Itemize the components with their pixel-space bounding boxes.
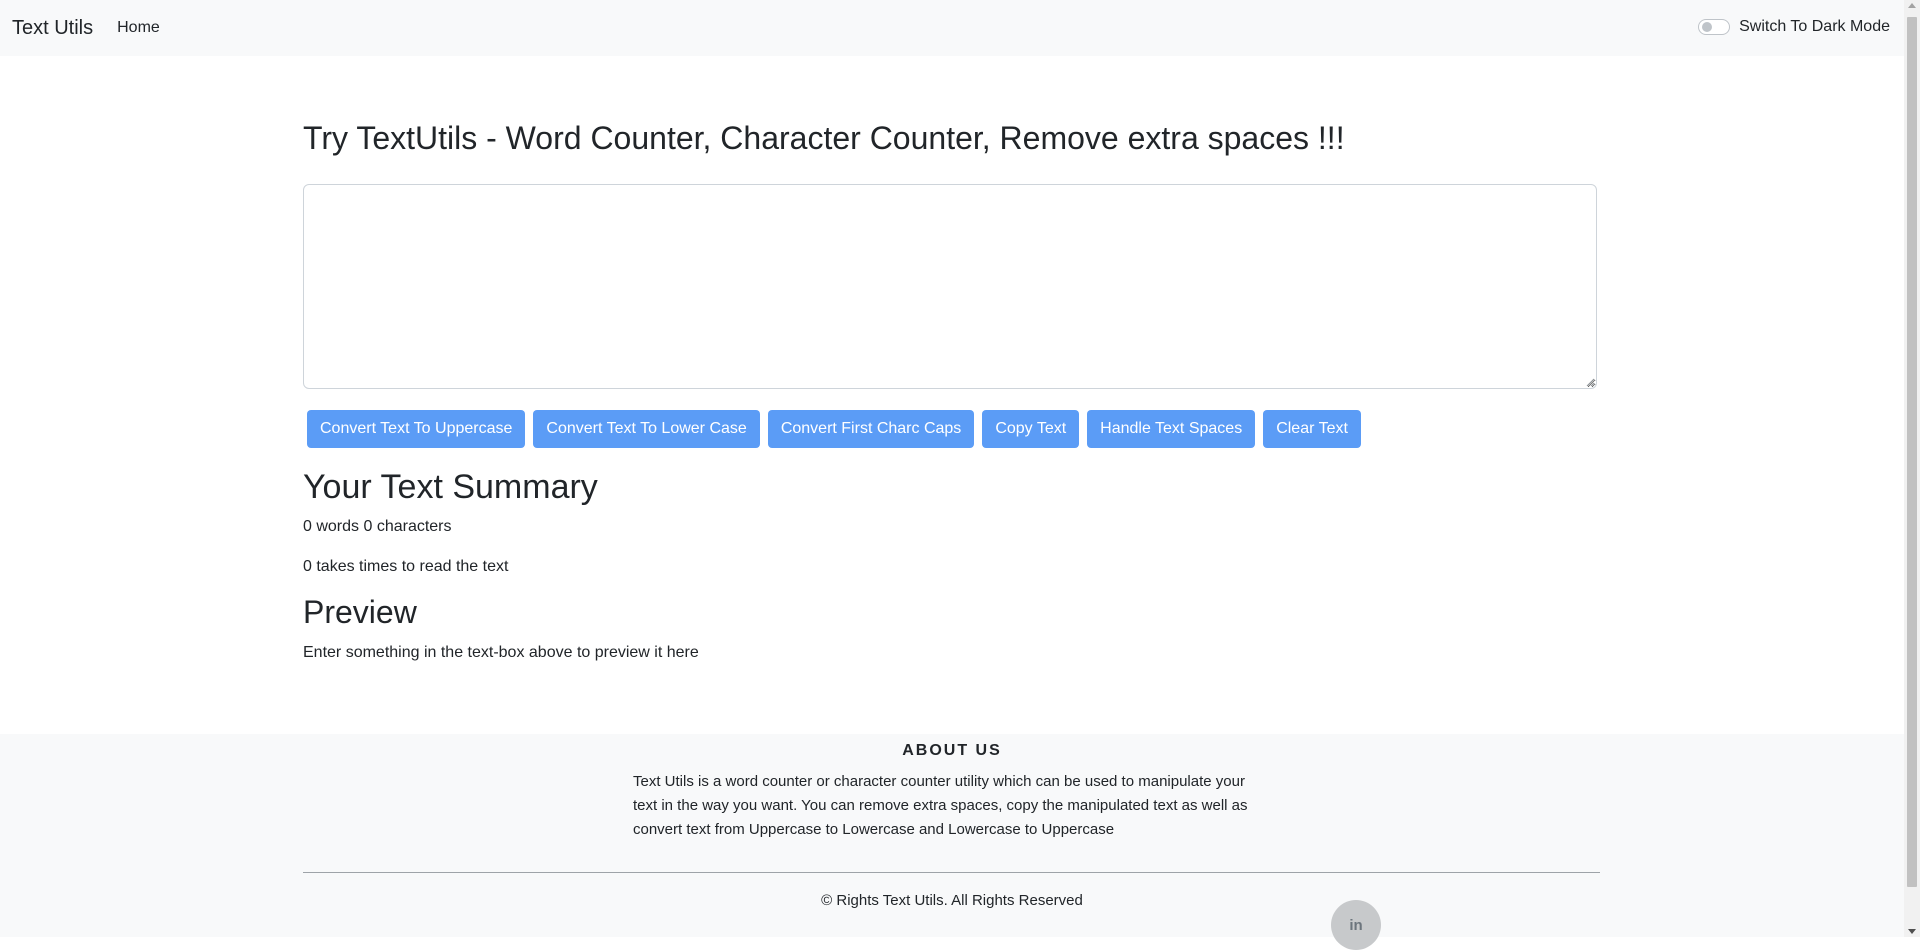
first-char-caps-button[interactable]: Convert First Charc Caps (767, 410, 975, 448)
copyright-text: © Rights Text Utils. All Rights Reserved (821, 892, 1083, 909)
footer-divider (303, 872, 1600, 873)
text-input[interactable] (303, 184, 1597, 389)
uppercase-button[interactable]: Convert Text To Uppercase (307, 410, 526, 448)
preview-title: Preview (303, 594, 417, 630)
dark-mode-toggle[interactable]: Switch To Dark Mode (1698, 18, 1890, 36)
copy-text-button[interactable]: Copy Text (982, 410, 1080, 448)
word-char-count: 0 words 0 characters (303, 518, 452, 535)
brand-link[interactable]: Text Utils (12, 17, 93, 40)
footer: ABOUT US Text Utils is a word counter or… (0, 734, 1904, 950)
resize-grip-icon[interactable] (1585, 377, 1595, 387)
scroll-thumb[interactable] (1907, 17, 1917, 887)
page-scrollbar[interactable] (1904, 0, 1920, 937)
dark-mode-label: Switch To Dark Mode (1739, 18, 1890, 35)
action-buttons: Convert Text To Uppercase Convert Text T… (307, 410, 1361, 448)
scroll-up-arrow-icon[interactable] (1908, 3, 1916, 8)
about-title: ABOUT US (902, 742, 1002, 759)
about-text: Text Utils is a word counter or characte… (633, 773, 1248, 838)
page-title: Try TextUtils - Word Counter, Character … (303, 120, 1345, 156)
navbar: Text Utils Home Switch To Dark Mode (0, 0, 1904, 56)
lowercase-button[interactable]: Convert Text To Lower Case (533, 410, 760, 448)
switch-knob (1702, 22, 1713, 32)
handle-spaces-button[interactable]: Handle Text Spaces (1087, 410, 1256, 448)
scroll-down-arrow-icon[interactable] (1908, 929, 1916, 934)
dark-mode-switch[interactable] (1698, 19, 1731, 35)
read-time: 0 takes times to read the text (303, 558, 509, 575)
preview-text: Enter something in the text-box above to… (303, 644, 699, 661)
clear-text-button[interactable]: Clear Text (1263, 410, 1361, 448)
nav-home-link[interactable]: Home (117, 19, 160, 37)
summary-title: Your Text Summary (303, 468, 598, 506)
linkedin-icon[interactable]: in (1331, 900, 1381, 950)
